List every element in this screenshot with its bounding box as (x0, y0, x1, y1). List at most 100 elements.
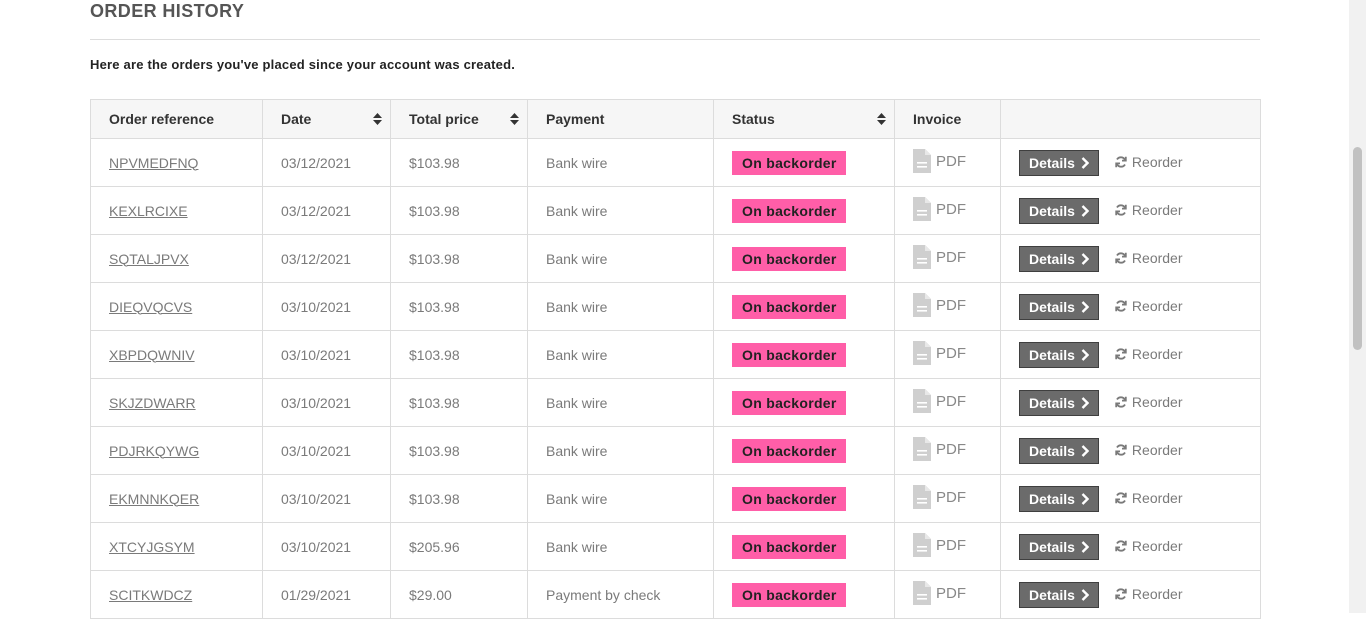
status-badge: On backorder (732, 246, 846, 271)
invoice-pdf-label: PDF (936, 248, 966, 266)
chevron-right-icon (1081, 252, 1089, 265)
cell-order-reference: DIEQVQCVS (90, 282, 263, 331)
cell-status: On backorder (713, 186, 895, 235)
cell-total-price: $29.00 (390, 570, 528, 619)
sort-icon[interactable] (510, 113, 519, 125)
order-reference-link[interactable]: SKJZDWARR (109, 395, 196, 411)
details-button[interactable]: Details (1019, 485, 1099, 512)
scrollbar-thumb[interactable] (1353, 147, 1362, 350)
details-button[interactable]: Details (1019, 581, 1099, 608)
invoice-pdf-link[interactable]: PDF (913, 245, 966, 269)
invoice-pdf-link[interactable]: PDF (913, 341, 966, 365)
cell-invoice: PDF (894, 234, 1001, 283)
invoice-pdf-link[interactable]: PDF (913, 389, 966, 413)
header-date[interactable]: Date (262, 99, 391, 139)
details-button[interactable]: Details (1019, 437, 1099, 464)
cell-payment: Bank wire (527, 426, 714, 475)
invoice-pdf-link[interactable]: PDF (913, 581, 966, 605)
reorder-link[interactable]: Reorder (1115, 250, 1183, 266)
order-date: 03/12/2021 (281, 250, 352, 267)
details-label: Details (1029, 442, 1075, 459)
reorder-link[interactable]: Reorder (1115, 346, 1183, 362)
details-label: Details (1029, 346, 1075, 363)
order-reference-link[interactable]: SCITKWDCZ (109, 587, 192, 603)
details-button[interactable]: Details (1019, 149, 1099, 176)
reorder-link[interactable]: Reorder (1115, 490, 1183, 506)
order-reference-link[interactable]: PDJRKQYWG (109, 443, 199, 459)
invoice-pdf-link[interactable]: PDF (913, 437, 966, 461)
order-date: 03/12/2021 (281, 154, 352, 171)
cell-order-reference: EKMNNKQER (90, 474, 263, 523)
cell-payment: Bank wire (527, 282, 714, 331)
order-reference-link[interactable]: XBPDQWNIV (109, 347, 195, 363)
cell-payment: Bank wire (527, 522, 714, 571)
reorder-link[interactable]: Reorder (1115, 442, 1183, 458)
order-date: 03/10/2021 (281, 490, 352, 507)
file-icon (913, 341, 931, 365)
sort-icon[interactable] (877, 113, 886, 125)
cell-status: On backorder (713, 330, 895, 379)
reorder-label: Reorder (1131, 249, 1183, 266)
cell-order-reference: XTCYJGSYM (90, 522, 263, 571)
cell-status: On backorder (713, 474, 895, 523)
table-row: XTCYJGSYM 03/10/2021 $205.96 Bank wire On ba… (90, 522, 1261, 571)
order-reference-link[interactable]: EKMNNKQER (109, 491, 199, 507)
cell-total-price: $103.98 (390, 474, 528, 523)
sort-icon[interactable] (373, 113, 382, 125)
invoice-pdf-link[interactable]: PDF (913, 533, 966, 557)
order-total: $103.98 (409, 298, 460, 315)
file-icon (913, 437, 931, 461)
order-reference-link[interactable]: DIEQVQCVS (109, 299, 192, 315)
details-label: Details (1029, 394, 1075, 411)
cell-invoice: PDF (894, 426, 1001, 475)
reorder-label: Reorder (1131, 489, 1183, 506)
order-reference-link[interactable]: KEXLRCIXE (109, 203, 188, 219)
invoice-pdf-label: PDF (936, 584, 966, 602)
reorder-link[interactable]: Reorder (1115, 202, 1183, 218)
order-total: $103.98 (409, 154, 460, 171)
order-reference-link[interactable]: SQTALJPVX (109, 251, 189, 267)
order-reference-link[interactable]: NPVMEDFNQ (109, 155, 198, 171)
reorder-link[interactable]: Reorder (1115, 538, 1183, 554)
reorder-link[interactable]: Reorder (1115, 154, 1183, 170)
header-status[interactable]: Status (713, 99, 895, 139)
status-badge: On backorder (732, 438, 846, 463)
invoice-pdf-link[interactable]: PDF (913, 197, 966, 221)
chevron-right-icon (1081, 444, 1089, 457)
cell-date: 03/10/2021 (262, 474, 391, 523)
table-row: KEXLRCIXE 03/12/2021 $103.98 Bank wire On ba… (90, 186, 1261, 235)
reorder-link[interactable]: Reorder (1115, 394, 1183, 410)
cell-actions: Details Reorder (1000, 330, 1261, 379)
order-reference-link[interactable]: XTCYJGSYM (109, 539, 195, 555)
cell-total-price: $103.98 (390, 330, 528, 379)
invoice-pdf-link[interactable]: PDF (913, 485, 966, 509)
cell-order-reference: KEXLRCIXE (90, 186, 263, 235)
cell-order-reference: SCITKWDCZ (90, 570, 263, 619)
cell-actions: Details Reorder (1000, 138, 1261, 187)
details-button[interactable]: Details (1019, 197, 1099, 224)
table-header-row: Order reference Date Total price Payment… (90, 99, 1261, 139)
cell-actions: Details Reorder (1000, 426, 1261, 475)
details-button[interactable]: Details (1019, 341, 1099, 368)
header-total-price[interactable]: Total price (390, 99, 528, 139)
reorder-link[interactable]: Reorder (1115, 586, 1183, 602)
table-row: XBPDQWNIV 03/10/2021 $103.98 Bank wire On ba… (90, 330, 1261, 379)
details-label: Details (1029, 154, 1075, 171)
refresh-icon (1115, 443, 1127, 456)
cell-status: On backorder (713, 522, 895, 571)
invoice-pdf-label: PDF (936, 536, 966, 554)
details-button[interactable]: Details (1019, 293, 1099, 320)
cell-invoice: PDF (894, 186, 1001, 235)
vertical-scrollbar[interactable] (1349, 0, 1366, 613)
chevron-right-icon (1081, 540, 1089, 553)
cell-invoice: PDF (894, 330, 1001, 379)
details-button[interactable]: Details (1019, 533, 1099, 560)
reorder-link[interactable]: Reorder (1115, 298, 1183, 314)
invoice-pdf-link[interactable]: PDF (913, 149, 966, 173)
cell-status: On backorder (713, 234, 895, 283)
invoice-pdf-link[interactable]: PDF (913, 293, 966, 317)
details-button[interactable]: Details (1019, 245, 1099, 272)
invoice-pdf-label: PDF (936, 488, 966, 506)
details-button[interactable]: Details (1019, 389, 1099, 416)
order-date: 03/12/2021 (281, 202, 352, 219)
